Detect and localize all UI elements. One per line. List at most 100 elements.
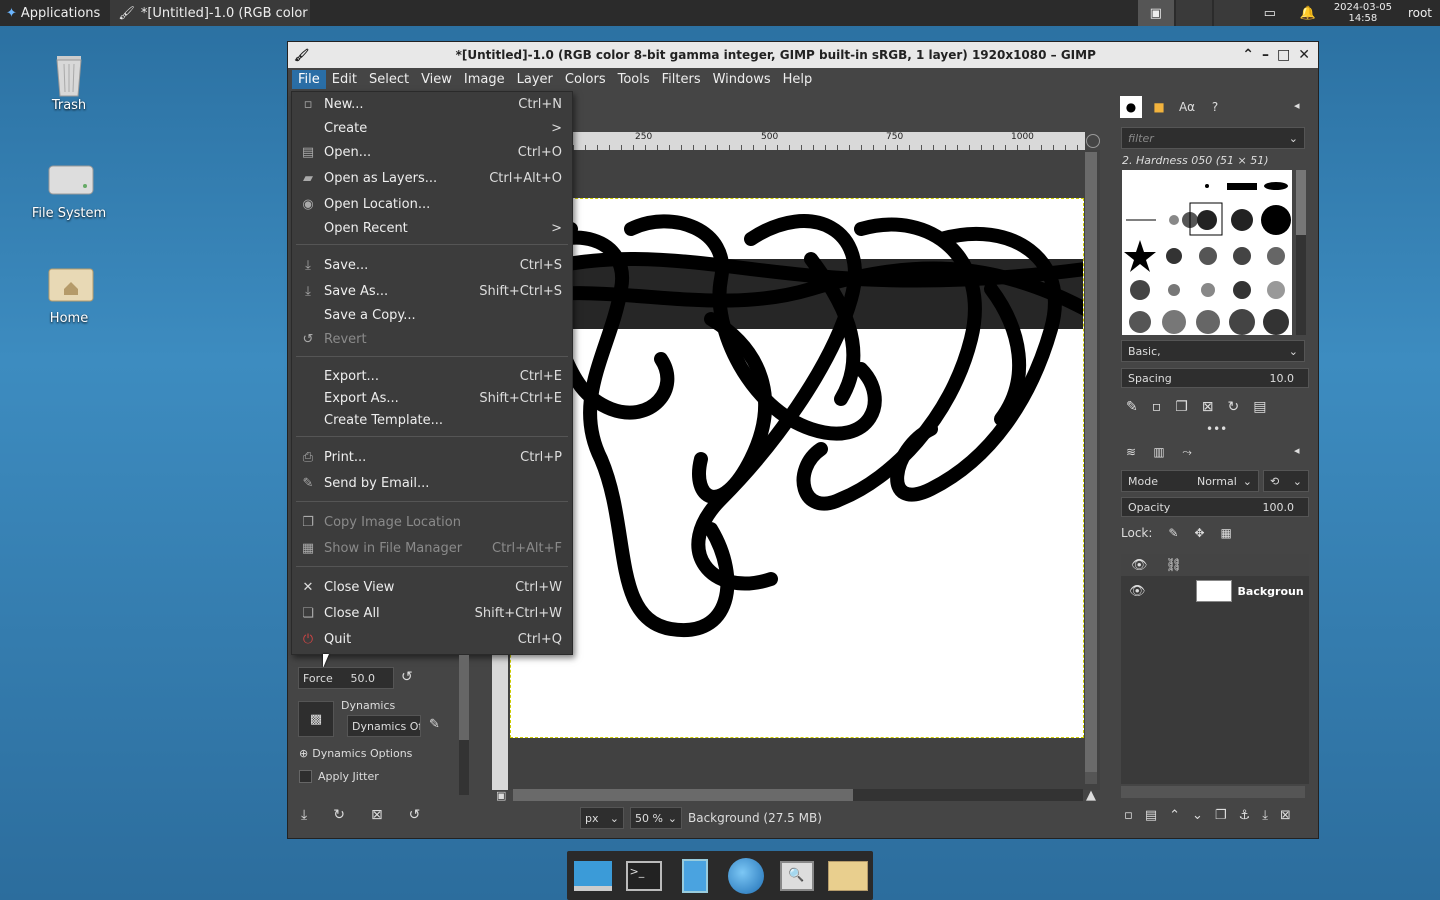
menu-item-save-as[interactable]: ⤓ Save As... Shift+Ctrl+S [292, 279, 572, 303]
dynamics-icon[interactable]: ▩ [298, 701, 334, 737]
tab-help-icon[interactable]: ? [1204, 96, 1226, 118]
home-folder-button[interactable] [826, 856, 870, 896]
dynamics-options-expander[interactable]: ⊕ Dynamics Options [299, 747, 412, 760]
new-brush-icon[interactable]: ▫ [1152, 399, 1162, 415]
new-layer-icon[interactable]: ▫ [1124, 808, 1133, 823]
tool-options-scrollbar[interactable] [459, 655, 469, 795]
menu-item-close-view[interactable]: ✕ Close View Ctrl+W [292, 575, 572, 599]
zoom-select[interactable]: 50 % ⌄ [630, 807, 682, 829]
dock-resize-handle-icon[interactable]: ••• [1206, 422, 1227, 436]
delete-options-icon[interactable]: ⊠ [371, 807, 383, 823]
file-manager-button[interactable] [673, 856, 717, 896]
brush-tag-select[interactable]: Basic, ⌄ [1121, 340, 1305, 362]
delete-brush-icon[interactable]: ⊠ [1202, 399, 1214, 415]
show-desktop-button[interactable] [571, 856, 615, 896]
brush-grid[interactable] [1122, 170, 1292, 335]
taskbar-item-gimp[interactable]: 🖌 *[Untitled]-1.0 (RGB color ... [110, 0, 311, 26]
terminal-button[interactable]: >_ [622, 856, 666, 896]
dynamics-select[interactable]: Dynamics Of [347, 715, 421, 737]
workspace-switcher-1[interactable]: ▣ [1137, 0, 1174, 26]
menu-item-save[interactable]: ⤓ Save... Ctrl+S [292, 253, 572, 277]
refresh-brushes-icon[interactable]: ↻ [1228, 399, 1240, 415]
lower-layer-icon[interactable]: ⌄ [1192, 808, 1203, 823]
force-spinner[interactable]: Force 50.0 [298, 667, 394, 689]
menu-item-export-as[interactable]: Export As... Shift+Ctrl+E [292, 386, 572, 410]
duplicate-layer-icon[interactable]: ❐ [1215, 808, 1227, 823]
layer-row[interactable]: 👁 Backgroun [1121, 578, 1309, 604]
anchor-layer-icon[interactable]: ⚓ [1239, 808, 1251, 823]
spacing-spinner[interactable]: Spacing 10.0 [1121, 368, 1309, 388]
desktop-icon-home[interactable]: Home [24, 263, 114, 326]
user-menu[interactable]: root [1400, 6, 1440, 20]
menu-item-quit[interactable]: ⏻ Quit Ctrl+Q [292, 627, 572, 651]
menu-item-open-location[interactable]: ◉ Open Location... [292, 192, 572, 216]
delete-layer-icon[interactable]: ⊠ [1280, 808, 1291, 823]
menu-item-close-all[interactable]: ❏ Close All Shift+Ctrl+W [292, 601, 572, 625]
maximize-icon[interactable]: □ [1277, 47, 1290, 63]
reset-icon[interactable]: ↺ [401, 669, 413, 685]
clock[interactable]: 2024-03-05 14:58 [1326, 2, 1400, 24]
menu-edit[interactable]: Edit [326, 70, 363, 89]
duplicate-brush-icon[interactable]: ❐ [1175, 399, 1188, 415]
notification-bell-icon[interactable]: 🔔 [1290, 0, 1326, 26]
menu-image[interactable]: Image [458, 70, 511, 89]
menu-help[interactable]: Help [777, 70, 819, 89]
tab-patterns-icon[interactable]: ■ [1148, 96, 1170, 118]
menu-item-open[interactable]: ▤ Open... Ctrl+O [292, 140, 572, 164]
battery-icon[interactable]: ▭ [1252, 0, 1288, 26]
canvas-hscrollbar[interactable] [513, 789, 1083, 801]
menu-item-print[interactable]: ⎙ Print... Ctrl+P [292, 445, 572, 469]
applications-menu[interactable]: ✦ Applications [0, 0, 106, 26]
workspace-switcher-3[interactable] [1213, 0, 1250, 26]
dock-menu-icon[interactable]: ◂ [1294, 99, 1300, 112]
desktop-icon-filesystem[interactable]: File System [24, 158, 114, 221]
menu-item-create-template[interactable]: Create Template... [292, 408, 572, 432]
menu-windows[interactable]: Windows [707, 70, 777, 89]
brush-grid-scrollbar[interactable] [1296, 170, 1306, 335]
close-icon[interactable]: ✕ [1298, 47, 1310, 63]
edit-dynamics-icon[interactable]: ✎ [429, 717, 440, 732]
menu-filters[interactable]: Filters [656, 70, 707, 89]
shade-icon[interactable]: ⌃ [1242, 47, 1254, 63]
restore-options-icon[interactable]: ↻ [333, 807, 345, 823]
menu-tools[interactable]: Tools [612, 70, 656, 89]
app-finder-button[interactable]: 🔍 [775, 856, 819, 896]
menu-select[interactable]: Select [363, 70, 415, 89]
menu-item-open-as-layers[interactable]: ▰ Open as Layers... Ctrl+Alt+O [292, 166, 572, 190]
tab-paths-icon[interactable]: ⤳ [1176, 441, 1198, 463]
image-canvas[interactable] [510, 198, 1084, 738]
minimize-icon[interactable]: – [1262, 47, 1269, 63]
unit-select[interactable]: px ⌄ [580, 807, 624, 829]
open-brush-as-image-icon[interactable]: ▤ [1253, 399, 1266, 415]
tab-layers-icon[interactable]: ≋ [1120, 441, 1142, 463]
save-options-icon[interactable]: ⤓ [301, 807, 307, 823]
menu-view[interactable]: View [415, 70, 458, 89]
navigate-icon[interactable] [1086, 134, 1100, 148]
desktop-icon-trash[interactable]: Trash [24, 50, 114, 113]
window-titlebar[interactable]: 🖌 *[Untitled]-1.0 (RGB color 8-bit gamma… [288, 42, 1318, 68]
menu-layer[interactable]: Layer [511, 70, 559, 89]
layer-mode-select[interactable]: Mode Normal ⌄ [1121, 470, 1259, 492]
apply-jitter-checkbox[interactable]: Apply Jitter [299, 770, 379, 783]
menu-item-save-a-copy[interactable]: Save a Copy... [292, 303, 572, 327]
lock-alpha-icon[interactable]: ▦ [1221, 526, 1232, 540]
tab-channels-icon[interactable]: ▥ [1148, 441, 1170, 463]
reset-options-icon[interactable]: ↺ [409, 807, 421, 823]
opacity-spinner[interactable]: Opacity 100.0 [1121, 497, 1309, 517]
menu-item-export[interactable]: Export... Ctrl+E [292, 364, 572, 388]
lock-position-icon[interactable]: ✥ [1194, 526, 1204, 540]
mode-switch-button[interactable]: ⟲ ⌄ [1263, 470, 1309, 492]
eye-icon[interactable]: 👁 [1129, 584, 1146, 599]
tab-brushes-icon[interactable]: ● [1120, 96, 1142, 118]
navigate-arrow-icon[interactable]: ▲ [1086, 788, 1096, 803]
brush-filter-input[interactable]: filter ⌄ [1121, 127, 1305, 149]
menu-file[interactable]: File [292, 69, 326, 89]
layers-hscrollbar[interactable] [1121, 786, 1305, 798]
menu-colors[interactable]: Colors [559, 70, 612, 89]
dock-menu-icon[interactable]: ◂ [1294, 444, 1300, 457]
lock-pixels-icon[interactable]: ✎ [1168, 526, 1178, 540]
edit-brush-icon[interactable]: ✎ [1126, 399, 1138, 415]
menu-item-open-recent[interactable]: Open Recent > [292, 216, 572, 240]
raise-layer-icon[interactable]: ⌃ [1169, 808, 1180, 823]
tab-fonts-icon[interactable]: Aα [1176, 96, 1198, 118]
